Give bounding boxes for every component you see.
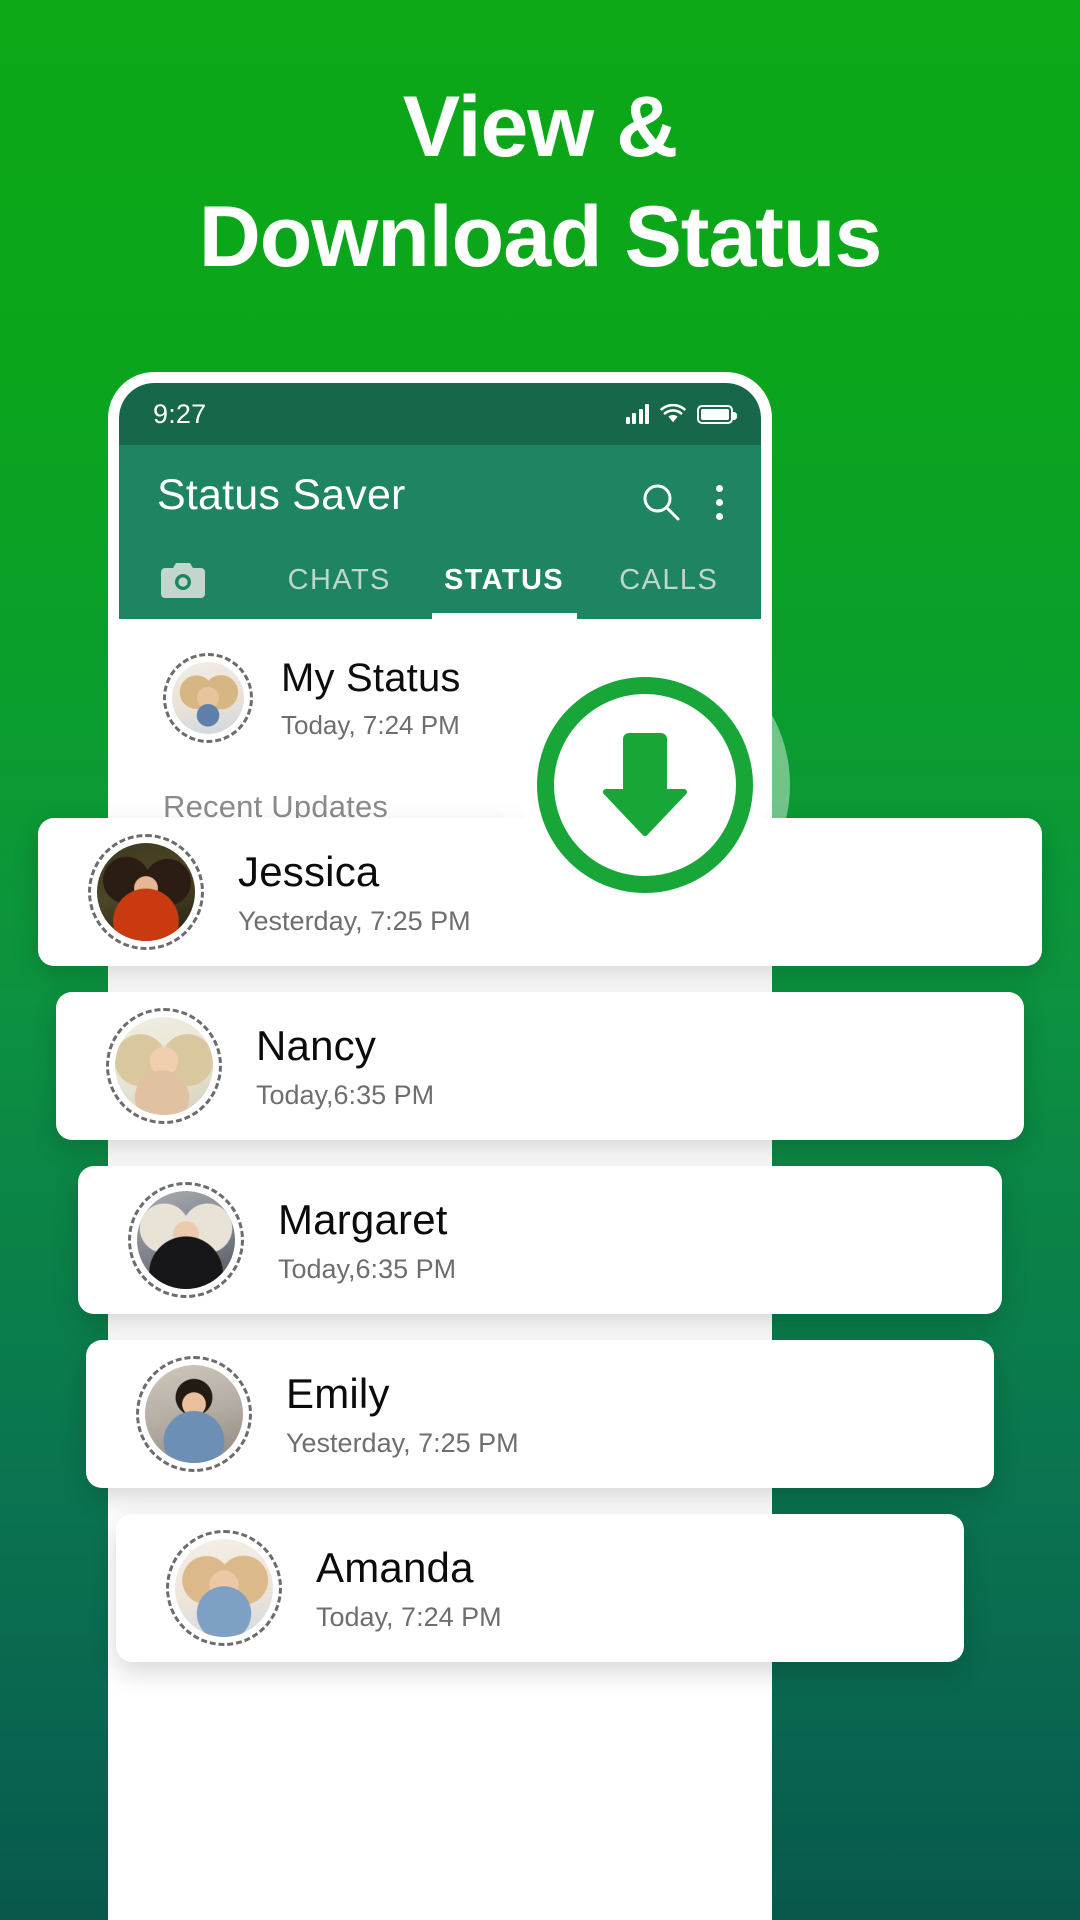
amanda-avatar[interactable] xyxy=(166,1530,282,1646)
contact-name: Emily xyxy=(286,1369,390,1417)
tab-status[interactable]: STATUS xyxy=(431,541,577,619)
margaret-avatar[interactable] xyxy=(128,1182,244,1298)
my-status-text: My Status Today, 7:24 PM xyxy=(281,656,461,741)
recent-updates-cards: Jessica Yesterday, 7:25 PM Nancy Today,6… xyxy=(0,818,1080,1688)
contact-time: Yesterday, 7:25 PM xyxy=(286,1427,519,1458)
my-status-time: Today, 7:24 PM xyxy=(281,709,460,740)
contact-name: Jessica xyxy=(238,847,380,895)
nancy-avatar[interactable] xyxy=(106,1008,222,1124)
avatar-photo xyxy=(145,1365,243,1463)
avatar-photo xyxy=(115,1017,213,1115)
avatar-photo xyxy=(175,1539,273,1637)
app-bar: Status Saver xyxy=(119,445,761,541)
contact-time: Yesterday, 7:25 PM xyxy=(238,905,471,936)
download-button-halo xyxy=(521,661,769,909)
download-button[interactable] xyxy=(500,640,790,930)
avatar-photo xyxy=(172,662,244,734)
list-item-text: Emily Yesterday, 7:25 PM xyxy=(286,1370,519,1459)
tab-calls[interactable]: CALLS xyxy=(577,541,762,619)
list-item-text: Jessica Yesterday, 7:25 PM xyxy=(238,848,471,937)
tab-bar: CHATS STATUS CALLS xyxy=(119,541,761,619)
list-item[interactable]: Nancy Today,6:35 PM xyxy=(56,992,1024,1140)
contact-name: Margaret xyxy=(278,1195,448,1243)
tab-chats[interactable]: CHATS xyxy=(247,541,432,619)
contact-name: Amanda xyxy=(316,1543,474,1591)
headline-line-1: View & xyxy=(402,79,678,175)
list-item-text: Amanda Today, 7:24 PM xyxy=(316,1544,502,1633)
camera-icon xyxy=(160,561,206,599)
list-item[interactable]: Margaret Today,6:35 PM xyxy=(78,1166,1002,1314)
battery-full-icon xyxy=(697,405,737,424)
app-bar-actions xyxy=(640,471,731,523)
list-item[interactable]: Amanda Today, 7:24 PM xyxy=(116,1514,964,1662)
jessica-avatar[interactable] xyxy=(88,834,204,950)
download-button-circle xyxy=(537,677,753,893)
status-bar-time: 9:27 xyxy=(153,398,207,429)
status-bar: 9:27 xyxy=(119,383,761,445)
headline-line-2: Download Status xyxy=(198,189,883,286)
app-title: Status Saver xyxy=(157,471,406,519)
contact-time: Today,6:35 PM xyxy=(256,1079,435,1110)
list-item[interactable]: Emily Yesterday, 7:25 PM xyxy=(86,1340,994,1488)
promo-headline: View & Download Status xyxy=(0,72,1080,292)
search-icon[interactable] xyxy=(640,481,682,523)
contact-time: Today,6:35 PM xyxy=(278,1253,457,1284)
emily-avatar[interactable] xyxy=(136,1356,252,1472)
list-item-text: Nancy Today,6:35 PM xyxy=(256,1022,434,1111)
my-status-avatar[interactable] xyxy=(163,653,253,743)
contact-name: Nancy xyxy=(256,1021,377,1069)
download-arrow-icon xyxy=(593,731,697,839)
avatar-photo xyxy=(97,843,195,941)
list-item-text: Margaret Today,6:35 PM xyxy=(278,1196,456,1285)
contact-time: Today, 7:24 PM xyxy=(316,1601,502,1632)
signal-bars-icon xyxy=(625,404,649,424)
more-vertical-icon[interactable] xyxy=(708,483,731,522)
status-bar-icons xyxy=(625,403,737,424)
my-status-name: My Status xyxy=(281,655,461,700)
wifi-icon xyxy=(660,403,686,424)
avatar-photo xyxy=(137,1191,235,1289)
tab-camera[interactable] xyxy=(119,541,247,619)
